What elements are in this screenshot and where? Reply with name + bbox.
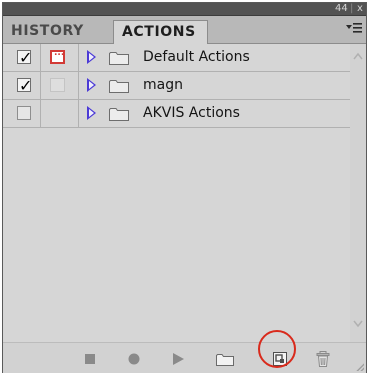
tab-actions[interactable]: ACTIONS — [113, 20, 208, 44]
new-set-button[interactable] — [215, 350, 234, 368]
title-bar-separator: | — [350, 3, 354, 14]
scroll-down-icon[interactable] — [353, 320, 363, 330]
action-set-row[interactable]: ✓ magn — [3, 72, 350, 100]
expand-triangle-icon[interactable] — [87, 50, 96, 64]
toggle-item-checkbox[interactable]: ✓ — [17, 48, 33, 67]
highlight-circle-annotation — [258, 330, 296, 368]
dialog-toggle-icon[interactable] — [50, 48, 65, 64]
panel-title-bar: 44 | x — [3, 3, 366, 16]
checkmark-icon: ✓ — [19, 76, 33, 95]
tab-history[interactable]: HISTORY — [3, 20, 92, 43]
tab-bar: HISTORY ACTIONS — [3, 16, 366, 44]
trash-icon — [316, 351, 330, 367]
delete-button[interactable] — [314, 350, 332, 368]
folder-icon — [109, 107, 129, 121]
stop-icon — [85, 354, 95, 364]
record-button[interactable] — [125, 350, 143, 368]
folder-icon — [109, 79, 129, 93]
action-set-label: magn — [143, 77, 183, 93]
action-set-label: AKVIS Actions — [143, 105, 240, 121]
expand-triangle-icon[interactable] — [87, 78, 96, 92]
play-icon — [173, 353, 184, 365]
folder-icon — [216, 354, 234, 366]
toggle-item-cell — [11, 100, 41, 127]
toggle-item-cell: ✓ — [11, 72, 41, 99]
toggle-dialog-cell — [41, 44, 79, 71]
actions-toolbar — [3, 342, 366, 373]
folder-icon — [109, 51, 129, 65]
toggle-item-checkbox[interactable] — [17, 106, 31, 120]
action-set-label: Default Actions — [143, 49, 250, 65]
close-icon[interactable]: x — [357, 2, 363, 15]
expand-triangle-icon[interactable] — [87, 106, 96, 120]
toggle-item-checkbox[interactable]: ✓ — [17, 76, 33, 95]
dialog-toggle-icon[interactable] — [50, 78, 65, 92]
stop-button[interactable] — [81, 350, 99, 368]
toggle-dialog-cell — [41, 72, 79, 99]
panel-menu-icon[interactable] — [346, 22, 362, 36]
resize-grip-icon[interactable] — [354, 361, 364, 371]
record-icon — [128, 353, 140, 365]
action-set-row[interactable]: AKVIS Actions — [3, 100, 350, 128]
collapse-icon[interactable]: 44 — [335, 2, 348, 15]
toggle-item-cell: ✓ — [11, 44, 41, 71]
action-set-row[interactable]: ✓ Default Actions — [3, 44, 350, 72]
actions-list: ✓ Default Actions ✓ — [3, 44, 366, 342]
play-button[interactable] — [169, 350, 187, 368]
checkmark-icon: ✓ — [19, 48, 33, 67]
vertical-scrollbar[interactable] — [350, 44, 366, 342]
toggle-dialog-cell — [41, 100, 79, 127]
actions-panel: 44 | x HISTORY ACTIONS ✓ ... Default Act… — [2, 2, 367, 373]
scroll-up-icon[interactable] — [353, 52, 363, 62]
